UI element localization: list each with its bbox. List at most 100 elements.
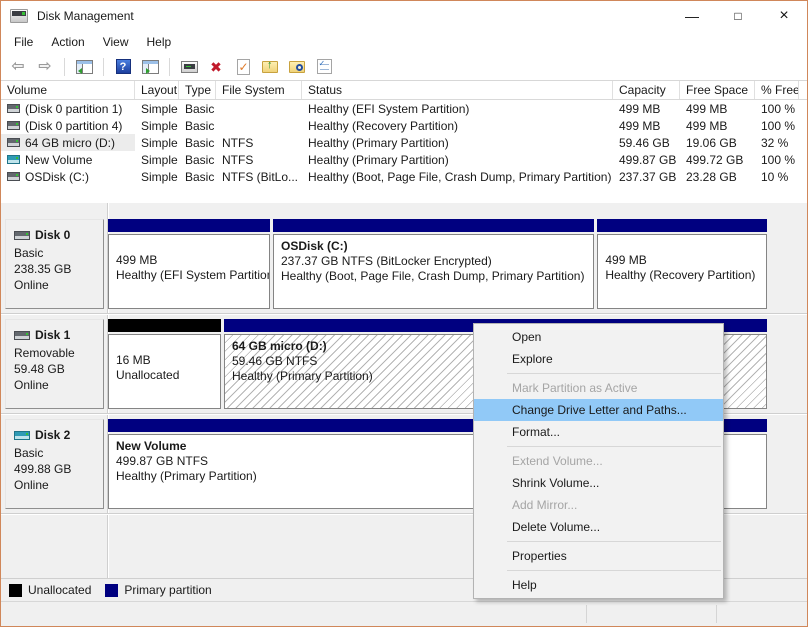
forward-button[interactable]: ⇨ bbox=[34, 56, 56, 78]
maximize-button[interactable]: □ bbox=[715, 1, 761, 31]
disk-name: Disk 1 bbox=[35, 328, 71, 342]
menu-separator bbox=[507, 541, 721, 542]
menu-item-delete-volume[interactable]: Delete Volume... bbox=[474, 516, 723, 538]
menu-view[interactable]: View bbox=[94, 33, 138, 51]
volume-icon bbox=[7, 138, 20, 147]
show-action-pane-button[interactable] bbox=[139, 56, 161, 78]
menu-item-explore[interactable]: Explore bbox=[474, 348, 723, 370]
unallocated-swatch bbox=[9, 583, 22, 597]
column-header-layout[interactable]: Layout bbox=[135, 81, 179, 99]
volume-list-header: Volume Layout Type File System Status Ca… bbox=[1, 81, 807, 100]
close-button[interactable]: × bbox=[761, 1, 807, 31]
volume-name: (Disk 0 partition 1) bbox=[25, 101, 123, 116]
partition-color-bar bbox=[273, 219, 595, 232]
volume-icon bbox=[7, 121, 20, 130]
volume-icon bbox=[7, 155, 20, 164]
toolbar-separator bbox=[169, 57, 170, 76]
menu-item-change-drive-letter[interactable]: Change Drive Letter and Paths... bbox=[474, 399, 723, 421]
status-bar-divider bbox=[586, 605, 587, 623]
folder-search-icon bbox=[289, 60, 305, 73]
minimize-button[interactable]: — bbox=[669, 1, 715, 31]
menu-item-format[interactable]: Format... bbox=[474, 421, 723, 443]
partition-color-bar bbox=[108, 319, 221, 332]
toolbar-separator bbox=[103, 57, 104, 76]
help-button[interactable]: ? bbox=[112, 56, 134, 78]
properties-list-icon: ✓ bbox=[316, 59, 332, 74]
legend-unallocated: Unallocated bbox=[9, 583, 91, 597]
table-row[interactable]: New Volume Simple Basic NTFS Healthy (Pr… bbox=[1, 151, 807, 168]
disk-drive-app-icon bbox=[10, 9, 28, 23]
column-header-file-system[interactable]: File System bbox=[216, 81, 302, 99]
disk-name: Disk 2 bbox=[35, 428, 71, 442]
volume-name: OSDisk (C:) bbox=[25, 169, 89, 184]
menu-item-help[interactable]: Help bbox=[474, 574, 723, 596]
back-button[interactable]: ⇦ bbox=[7, 56, 29, 78]
partition-unallocated[interactable]: 16 MB Unallocated bbox=[108, 319, 221, 409]
back-arrow-icon: ⇦ bbox=[11, 57, 25, 75]
volume-name: New Volume bbox=[25, 152, 93, 167]
table-row[interactable]: (Disk 0 partition 1) Simple Basic Health… bbox=[1, 100, 807, 117]
disk-management-window: Disk Management — □ × File Action View H… bbox=[0, 0, 808, 627]
column-header-free-space[interactable]: Free Space bbox=[680, 81, 755, 99]
row-divider bbox=[1, 313, 807, 314]
disk-0-row: Disk 0 Basic 238.35 GB Online 499 MB Hea… bbox=[1, 217, 807, 311]
menu-item-extend-volume: Extend Volume... bbox=[512, 454, 603, 468]
volume-icon bbox=[7, 172, 20, 181]
menu-help[interactable]: Help bbox=[138, 33, 181, 51]
column-header-capacity[interactable]: Capacity bbox=[613, 81, 680, 99]
menu-separator bbox=[507, 446, 721, 447]
delete-volume-button[interactable]: ✖ bbox=[205, 56, 227, 78]
disk-name: Disk 0 bbox=[35, 228, 71, 242]
action-pane-icon bbox=[141, 59, 159, 74]
partition-efi-system[interactable]: 499 MB Healthy (EFI System Partition) bbox=[108, 219, 270, 309]
explore-button[interactable] bbox=[286, 56, 308, 78]
menu-file[interactable]: File bbox=[5, 33, 42, 51]
folder-up-icon: ↑ bbox=[262, 59, 278, 73]
menu-item-add-mirror: Add Mirror... bbox=[512, 498, 578, 512]
partition-recovery[interactable]: 499 MB Healthy (Recovery Partition) bbox=[597, 219, 767, 309]
delete-x-icon: ✖ bbox=[210, 58, 222, 75]
volume-list: Volume Layout Type File System Status Ca… bbox=[1, 81, 807, 203]
disk-drive-icon bbox=[14, 230, 30, 240]
window-title: Disk Management bbox=[37, 9, 134, 23]
document-check-icon: ✓ bbox=[236, 58, 250, 75]
status-bar bbox=[1, 601, 807, 626]
partition-context-menu: Open Explore Mark Partition as Active Ch… bbox=[473, 323, 724, 599]
volume-name: 64 GB micro (D:) bbox=[25, 135, 116, 150]
column-header-status[interactable]: Status bbox=[302, 81, 613, 99]
menu-item-open[interactable]: Open bbox=[474, 326, 723, 348]
partition-color-bar bbox=[108, 219, 270, 232]
menu-item-shrink-volume[interactable]: Shrink Volume... bbox=[474, 472, 723, 494]
toolbar-separator bbox=[64, 57, 65, 76]
drive-monitor-icon bbox=[180, 60, 198, 73]
console-tree-icon bbox=[75, 59, 93, 74]
partition-color-bar bbox=[597, 219, 767, 232]
table-row[interactable]: OSDisk (C:) Simple Basic NTFS (BitLo... … bbox=[1, 168, 807, 185]
window-controls: — □ × bbox=[669, 1, 807, 31]
column-header-pct-free[interactable]: % Free bbox=[755, 81, 799, 99]
menu-item-mark-partition-active: Mark Partition as Active bbox=[512, 381, 638, 395]
partition-osdisk-c[interactable]: OSDisk (C:) 237.37 GB NTFS (BitLocker En… bbox=[273, 219, 595, 309]
table-row-selected[interactable]: 64 GB micro (D:) Simple Basic NTFS Healt… bbox=[1, 134, 807, 151]
disk-drive-icon bbox=[14, 430, 30, 440]
show-console-tree-button[interactable] bbox=[73, 56, 95, 78]
volume-icon bbox=[7, 104, 20, 113]
menu-item-properties[interactable]: Properties bbox=[474, 545, 723, 567]
menu-separator bbox=[507, 373, 721, 374]
mark-active-button[interactable]: ✓ bbox=[232, 56, 254, 78]
column-header-type[interactable]: Type bbox=[179, 81, 216, 99]
properties-button[interactable]: ✓ bbox=[313, 56, 335, 78]
column-header-volume[interactable]: Volume bbox=[1, 81, 135, 99]
table-row[interactable]: (Disk 0 partition 4) Simple Basic Health… bbox=[1, 117, 807, 134]
open-button[interactable]: ↑ bbox=[259, 56, 281, 78]
disk-2-label[interactable]: Disk 2 Basic 499.88 GB Online bbox=[5, 419, 104, 509]
rescan-disks-button[interactable] bbox=[178, 56, 200, 78]
primary-partition-swatch bbox=[105, 583, 119, 597]
status-bar-divider bbox=[716, 605, 717, 623]
disk-1-label[interactable]: Disk 1 Removable 59.48 GB Online bbox=[5, 319, 104, 409]
menu-action[interactable]: Action bbox=[42, 33, 93, 51]
disk-0-label[interactable]: Disk 0 Basic 238.35 GB Online bbox=[5, 219, 104, 309]
legend-primary-partition: Primary partition bbox=[105, 583, 212, 597]
toolbar: ⇦ ⇨ ? ✖ ✓ ↑ ✓ bbox=[1, 53, 807, 81]
menu-separator bbox=[507, 570, 721, 571]
